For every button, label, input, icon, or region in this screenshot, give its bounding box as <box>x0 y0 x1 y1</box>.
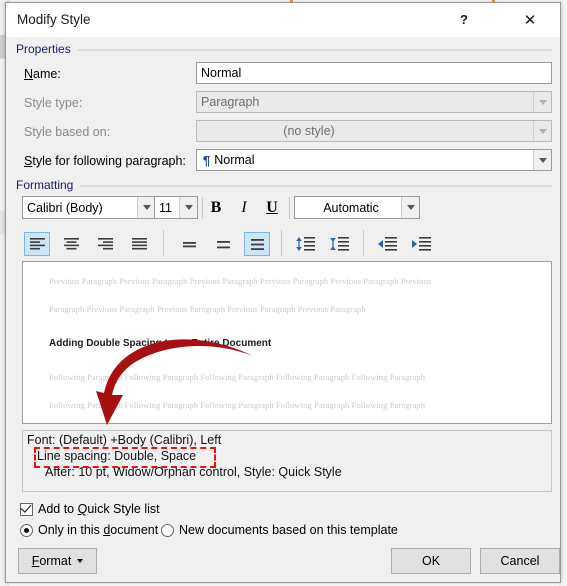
preview-sample-text: Adding Double Spacing to an Entire Docum… <box>49 338 272 349</box>
description-line-1: Font: (Default) +Body (Calibri), Left <box>27 433 222 447</box>
modify-style-dialog: Modify Style ? ✕ Properties Name: Normal… <box>5 2 561 583</box>
toolbar-separator <box>289 197 290 219</box>
name-input[interactable]: Normal <box>196 62 552 84</box>
align-justify-button[interactable] <box>126 232 152 256</box>
decrease-paragraph-spacing-button[interactable] <box>292 232 318 256</box>
dialog-titlebar[interactable]: Modify Style ? ✕ <box>6 3 560 38</box>
style-type-label: Style type: <box>24 96 83 110</box>
new-documents-template-label: New documents based on this template <box>179 523 398 537</box>
align-left-icon <box>29 237 45 249</box>
style-following-select[interactable]: ¶ Normal <box>196 149 552 171</box>
font-color-chevron-down-icon[interactable] <box>401 197 419 218</box>
toolbar-separator <box>202 197 203 219</box>
decrease-indent-button[interactable] <box>374 232 400 256</box>
line-spacing-double-icon <box>250 238 264 250</box>
align-center-icon <box>63 237 79 249</box>
radio-dot-icon <box>24 528 29 533</box>
name-label: Name: <box>24 67 61 81</box>
dialog-title: Modify Style <box>17 12 91 27</box>
style-description-box: Font: (Default) +Body (Calibri), Left Li… <box>22 430 552 492</box>
properties-group-divider <box>78 49 552 51</box>
line-spacing-1-5-icon <box>216 240 230 248</box>
checkmark-icon <box>20 501 32 513</box>
font-color-value: Automatic <box>323 200 379 215</box>
align-right-button[interactable] <box>92 232 118 256</box>
font-size-chevron-down-icon[interactable] <box>179 197 197 218</box>
preview-following-line-1: Following Paragraph Following Paragraph … <box>49 372 426 382</box>
description-line-2: Line spacing: Double, Space <box>37 449 197 463</box>
line-spacing-single-button[interactable] <box>176 232 202 256</box>
format-button[interactable]: Format <box>18 548 97 574</box>
caret-down-icon <box>77 559 84 563</box>
align-justify-icon <box>131 237 147 249</box>
style-based-on-value: (no style) <box>283 124 335 138</box>
style-following-label: Style for following paragraph: <box>24 154 186 168</box>
new-documents-template-radio[interactable] <box>161 524 174 537</box>
toolbar-separator <box>281 230 282 256</box>
toolbar-separator <box>163 230 164 256</box>
font-size-select[interactable]: 11 <box>154 196 198 219</box>
style-type-select: Paragraph <box>196 91 552 113</box>
add-to-quick-style-checkbox[interactable] <box>20 501 33 516</box>
italic-button[interactable]: I <box>232 197 256 219</box>
name-input-value: Normal <box>201 66 242 80</box>
bold-button[interactable]: B <box>204 197 228 219</box>
line-spacing-double-button[interactable] <box>244 232 270 256</box>
decrease-indent-icon <box>377 237 397 251</box>
font-family-value: Calibri (Body) <box>27 200 103 215</box>
formatting-group-divider <box>80 185 552 187</box>
preview-following-line-2: Following Paragraph Following Paragraph … <box>49 400 426 410</box>
align-left-button[interactable] <box>24 232 50 256</box>
style-preview: Previous Paragraph Previous Paragraph Pr… <box>22 261 552 424</box>
font-family-chevron-down-icon[interactable] <box>137 197 155 218</box>
toolbar-separator <box>363 230 364 256</box>
only-this-document-label: Only in this document <box>38 523 159 537</box>
preview-previous-line-1: Previous Paragraph Previous Paragraph Pr… <box>49 276 432 286</box>
increase-paragraph-spacing-button[interactable] <box>326 232 352 256</box>
style-following-value: Normal <box>214 153 255 167</box>
close-icon[interactable]: ✕ <box>508 3 552 36</box>
help-icon[interactable]: ? <box>442 3 486 36</box>
font-family-select[interactable]: Calibri (Body) <box>22 196 156 219</box>
style-based-on-label: Style based on: <box>24 125 111 139</box>
underline-button[interactable]: U <box>260 197 284 219</box>
increase-indent-button[interactable] <box>408 232 434 256</box>
line-spacing-1-5-button[interactable] <box>210 232 236 256</box>
style-based-on-select: (no style) <box>196 120 552 142</box>
font-color-select[interactable]: Automatic <box>294 196 420 219</box>
align-center-button[interactable] <box>58 232 84 256</box>
add-to-quick-style-label: Add to Quick Style list <box>38 502 160 516</box>
pilcrow-icon: ¶ <box>203 152 211 168</box>
cancel-button[interactable]: Cancel <box>480 548 560 574</box>
style-type-value: Paragraph <box>201 95 260 109</box>
increase-paragraph-spacing-icon <box>329 237 349 251</box>
properties-group-label: Properties <box>16 42 76 56</box>
font-size-value: 11 <box>159 200 172 215</box>
increase-indent-icon <box>411 237 431 251</box>
style-type-chevron-down-icon <box>533 92 551 112</box>
line-spacing-single-icon <box>182 241 196 247</box>
ok-button[interactable]: OK <box>391 548 471 574</box>
align-right-icon <box>97 237 113 249</box>
decrease-paragraph-spacing-icon <box>295 237 315 251</box>
description-line-3: After: 10 pt, Widow/Orphan control, Styl… <box>45 465 342 479</box>
formatting-group-label: Formatting <box>16 178 79 192</box>
style-based-on-chevron-down-icon <box>533 121 551 141</box>
style-following-chevron-down-icon[interactable] <box>533 150 551 170</box>
preview-previous-line-2: Paragraph Previous Paragraph Previous Pa… <box>49 304 366 314</box>
dialog-body: Properties Name: Normal Style type: Para… <box>6 37 560 582</box>
only-this-document-radio[interactable] <box>20 524 33 537</box>
format-button-label: Format <box>31 554 72 568</box>
